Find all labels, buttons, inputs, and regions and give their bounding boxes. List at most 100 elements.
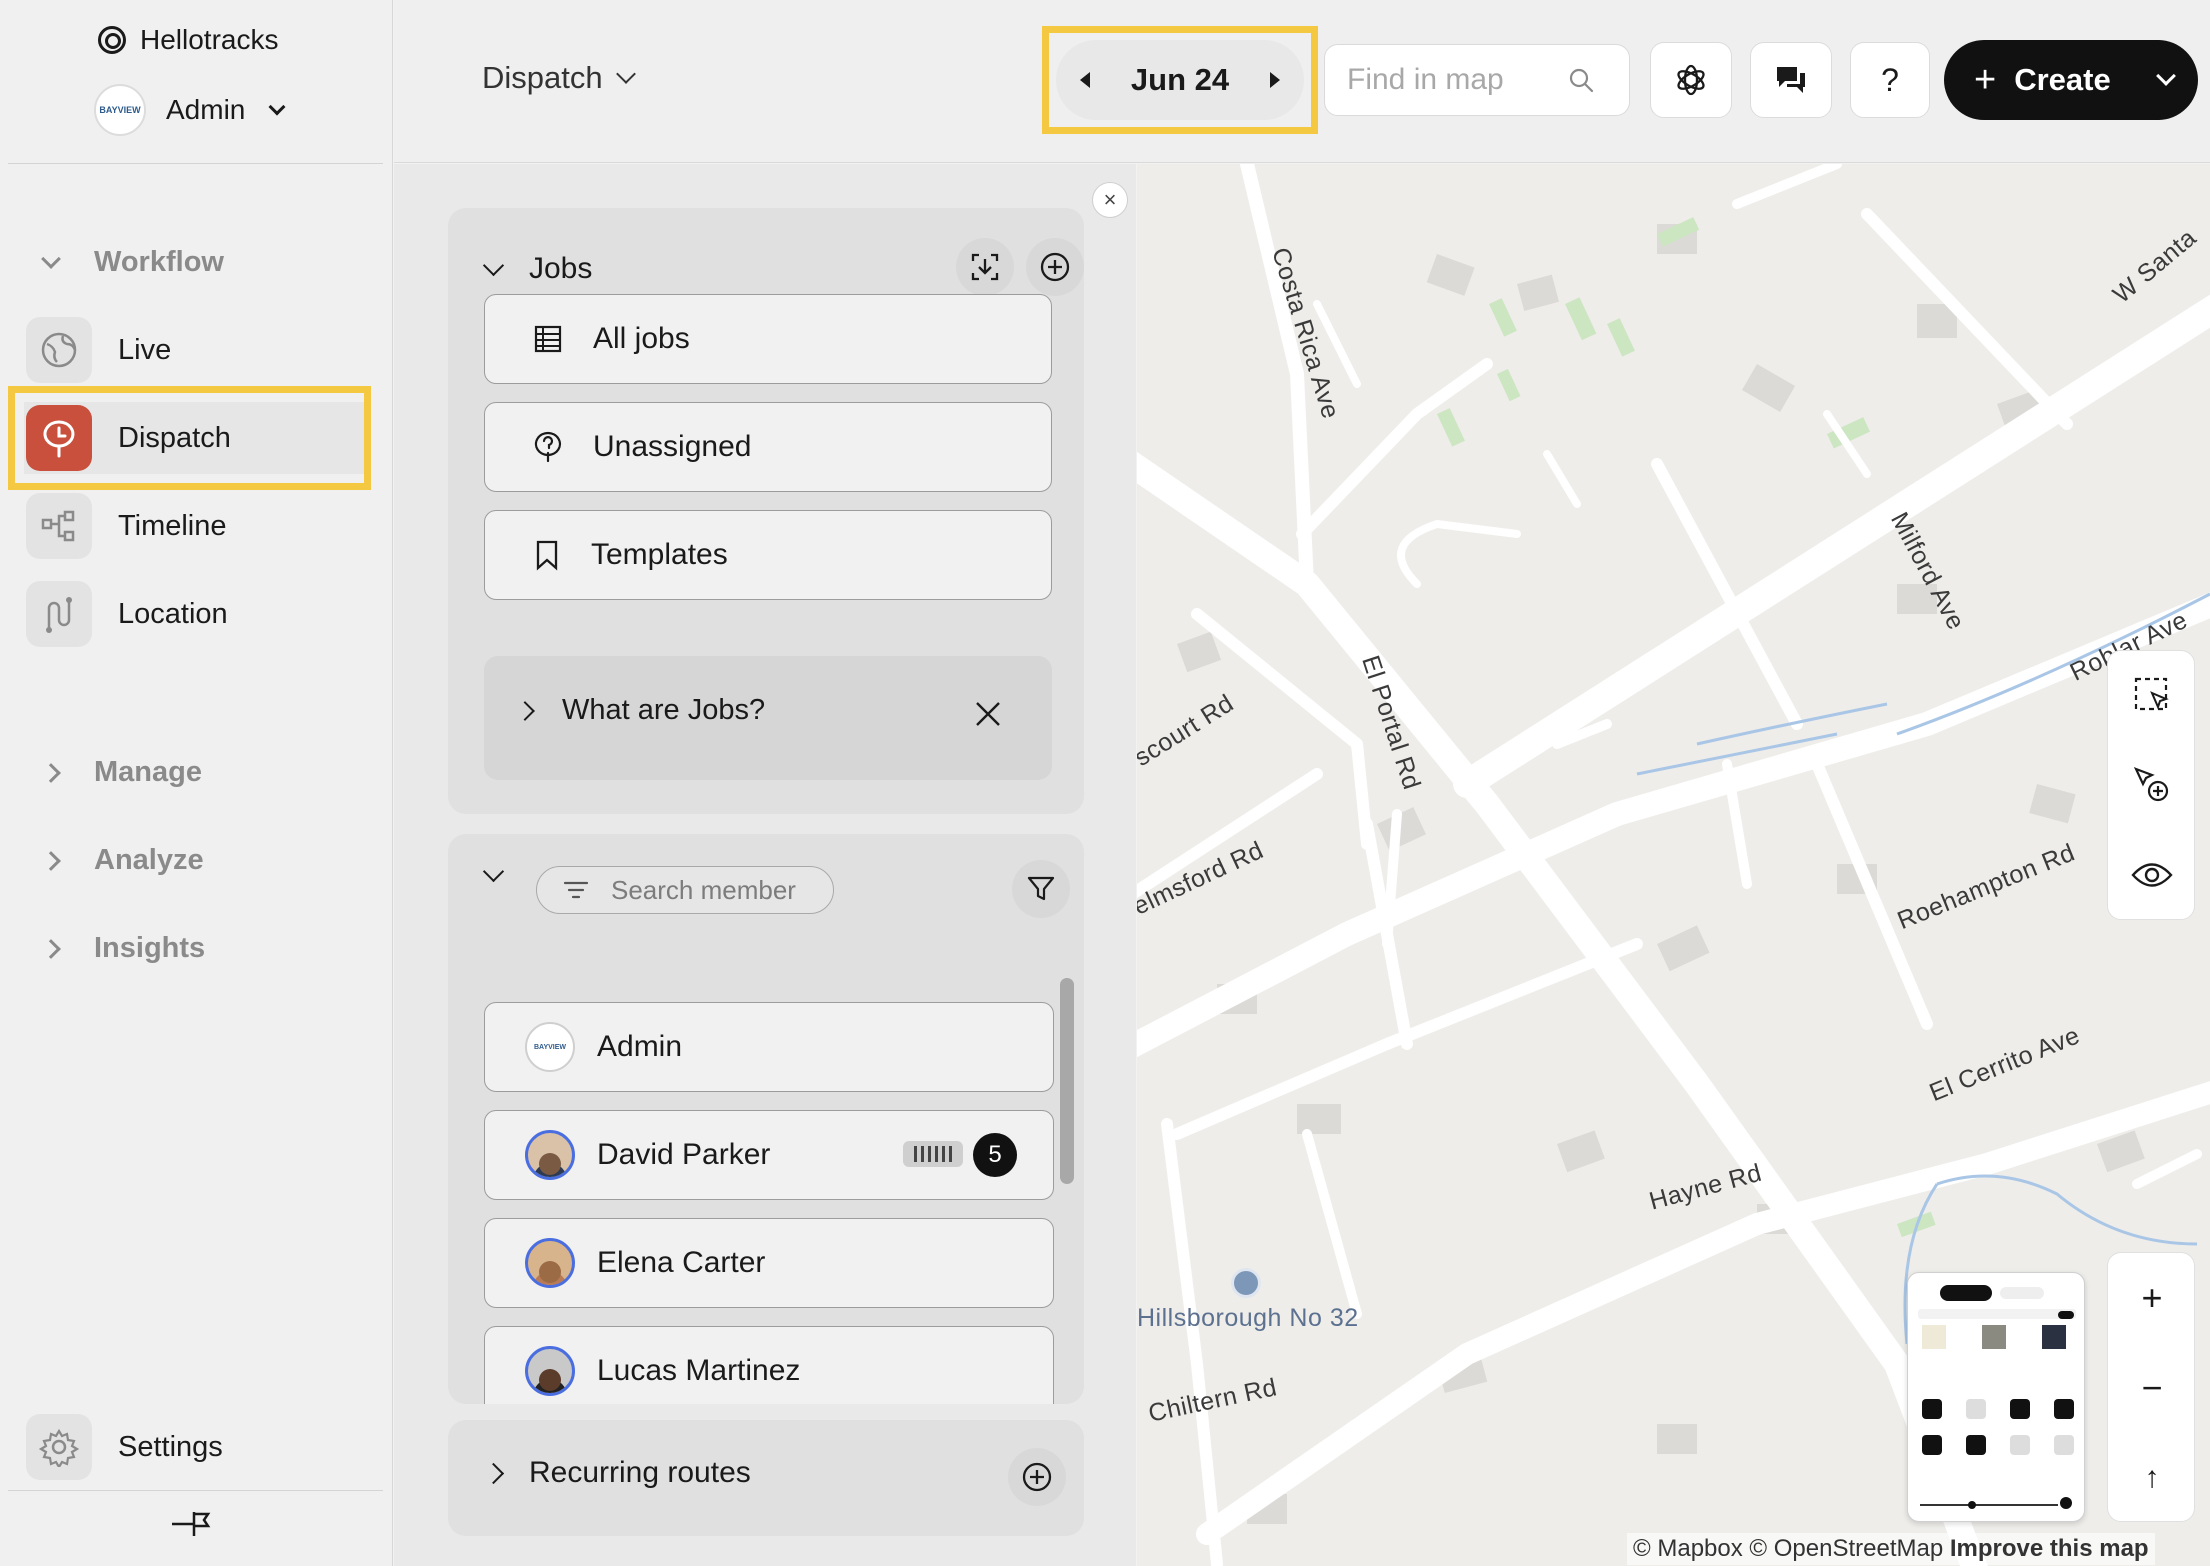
filter-members-button[interactable] xyxy=(1012,860,1070,918)
jobs-title: Jobs xyxy=(529,252,593,285)
find-in-map-input[interactable] xyxy=(1347,63,1567,97)
page-switcher[interactable]: Dispatch xyxy=(482,60,636,96)
jobs-row-label: Templates xyxy=(591,538,728,571)
search-member-input[interactable] xyxy=(611,874,831,906)
jobs-help-label: What are Jobs? xyxy=(562,694,766,726)
globe-icon xyxy=(26,317,92,383)
map-tools xyxy=(2107,650,2195,920)
reset-north-button[interactable]: ↑ xyxy=(2108,1433,2196,1523)
map-layers-card[interactable] xyxy=(1907,1272,2085,1522)
caret-left-icon xyxy=(1080,72,1090,88)
member-row[interactable]: BAYVIEW Admin xyxy=(484,1002,1054,1092)
select-area-button[interactable] xyxy=(2108,651,2196,739)
section-analyze[interactable]: Analyze xyxy=(41,844,204,877)
page-switcher-label: Dispatch xyxy=(482,60,603,95)
members-card: BAYVIEW Admin David Parker 5 Elena Carte… xyxy=(448,834,1084,1404)
chevron-down-icon xyxy=(482,254,505,276)
sidebar-item-location[interactable]: Location xyxy=(24,578,367,650)
member-row[interactable]: Lucas Martinez xyxy=(484,1326,1054,1404)
member-row[interactable]: Elena Carter xyxy=(484,1218,1054,1308)
avatar: BAYVIEW xyxy=(525,1022,575,1072)
jobs-header[interactable]: Jobs xyxy=(482,252,593,286)
plus-circle-icon xyxy=(1040,252,1070,282)
members-collapse[interactable] xyxy=(482,860,505,883)
account-avatar: BAYVIEW xyxy=(94,84,146,136)
fire-station-icon[interactable] xyxy=(1231,1268,1261,1298)
date-picker: Jun 24 xyxy=(1056,40,1304,120)
jobs-row-all[interactable]: All jobs xyxy=(484,294,1052,384)
avatar xyxy=(525,1346,575,1396)
add-place-button[interactable] xyxy=(2108,741,2196,829)
sidebar-item-label: Settings xyxy=(118,1430,223,1463)
recurring-routes-card: Recurring routes xyxy=(448,1420,1084,1536)
create-button[interactable]: + Create xyxy=(1944,40,2198,120)
top-bar: Dispatch Jun 24 ? + Create xyxy=(394,0,2210,163)
add-recurring-route-button[interactable] xyxy=(1008,1448,1066,1506)
collapse-sidebar-icon[interactable] xyxy=(170,1508,214,1545)
sidebar-item-label: Timeline xyxy=(118,509,227,542)
visibility-button[interactable] xyxy=(2108,831,2196,919)
account-switcher[interactable]: BAYVIEW Admin xyxy=(94,84,286,136)
avatar xyxy=(525,1238,575,1288)
section-workflow-label: Workflow xyxy=(94,246,224,278)
sidebar-item-live[interactable]: Live xyxy=(24,314,367,386)
find-in-map xyxy=(1324,44,1630,116)
chevron-down-icon xyxy=(482,860,505,883)
next-date-button[interactable] xyxy=(1254,59,1296,101)
jobs-row-templates[interactable]: Templates xyxy=(484,510,1052,600)
jobs-help-box: What are Jobs? xyxy=(484,656,1052,780)
filter-icon xyxy=(1027,876,1055,901)
close-panel-button[interactable]: × xyxy=(1092,182,1128,218)
table-icon xyxy=(534,325,562,353)
section-insights[interactable]: Insights xyxy=(41,932,205,965)
eye-icon xyxy=(2131,863,2173,887)
create-label: Create xyxy=(2014,62,2111,97)
ai-icon xyxy=(1677,64,1705,96)
chevron-right-icon xyxy=(482,1462,505,1484)
avatar xyxy=(525,1130,575,1180)
zoom-out-button[interactable]: − xyxy=(2108,1343,2196,1433)
caret-right-icon xyxy=(1270,72,1280,88)
chevron-right-icon xyxy=(515,700,535,721)
sidebar-item-timeline[interactable]: Timeline xyxy=(24,490,367,562)
prev-date-button[interactable] xyxy=(1064,59,1106,101)
add-job-button[interactable] xyxy=(1026,238,1084,296)
zoom-in-button[interactable]: + xyxy=(2108,1253,2196,1343)
date-label[interactable]: Jun 24 xyxy=(1131,62,1229,98)
improve-map-link[interactable]: Improve this map xyxy=(1950,1535,2149,1562)
import-icon xyxy=(971,253,999,281)
barcode-icon xyxy=(903,1141,963,1167)
section-manage[interactable]: Manage xyxy=(41,756,202,789)
help-button[interactable]: ? xyxy=(1850,42,1930,118)
close-icon[interactable] xyxy=(974,700,1002,728)
help-label: ? xyxy=(1881,61,1899,98)
chevron-down-icon xyxy=(615,64,636,84)
chevron-right-icon xyxy=(41,850,61,871)
jobs-row-unassigned[interactable]: Unassigned xyxy=(484,402,1052,492)
poi-label[interactable]: Hillsborough No 32 xyxy=(1137,1304,1359,1333)
bookmark-icon xyxy=(536,540,558,571)
dispatch-pin-icon xyxy=(26,405,92,471)
ai-assistant-button[interactable] xyxy=(1650,42,1732,118)
sidebar-item-dispatch[interactable]: Dispatch xyxy=(24,402,367,474)
job-count-badge: 5 xyxy=(973,1133,1017,1177)
members-scrollbar[interactable] xyxy=(1060,978,1074,1184)
recurring-routes-header[interactable]: Recurring routes xyxy=(482,1456,751,1490)
section-workflow[interactable]: Workflow xyxy=(41,246,224,279)
map-attribution: © Mapbox © OpenStreetMap Improve this ma… xyxy=(1627,1533,2155,1565)
chevron-down-icon[interactable] xyxy=(2155,66,2176,86)
sidebar-item-settings[interactable]: Settings xyxy=(24,1411,367,1483)
section-label: Manage xyxy=(94,756,202,788)
jobs-help-toggle[interactable]: What are Jobs? xyxy=(515,694,766,727)
map-layers-preview xyxy=(1918,1285,2076,1509)
member-row[interactable]: David Parker 5 xyxy=(484,1110,1054,1200)
chevron-down-icon xyxy=(41,248,61,269)
messages-button[interactable] xyxy=(1750,42,1832,118)
brand: Hellotracks xyxy=(98,24,278,56)
attribution-text[interactable]: © Mapbox © OpenStreetMap xyxy=(1633,1535,1943,1562)
chevron-right-icon xyxy=(41,938,61,959)
sidebar-item-label: Live xyxy=(118,333,172,366)
import-jobs-button[interactable] xyxy=(956,238,1014,296)
member-name: Lucas Martinez xyxy=(597,1354,801,1387)
map[interactable]: Costa Rica Ave W Santa Milford Ave Robla… xyxy=(1137,164,2210,1566)
